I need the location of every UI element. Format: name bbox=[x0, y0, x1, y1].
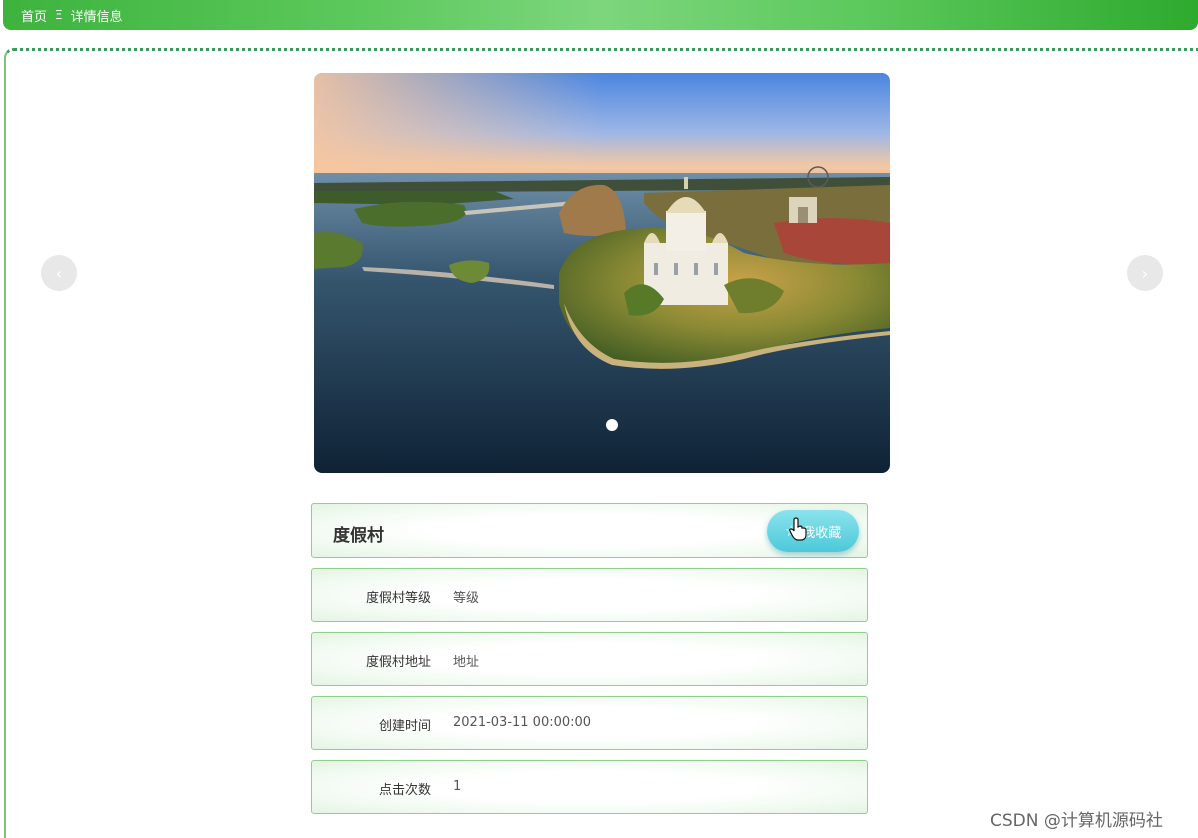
info-row-created-time: 创建时间 2021-03-11 00:00:00 bbox=[311, 696, 868, 750]
carousel-prev-button[interactable]: ‹ bbox=[41, 255, 77, 291]
carousel-slide-image bbox=[314, 73, 890, 473]
info-value: 地址 bbox=[453, 655, 480, 670]
carousel-next-button[interactable]: › bbox=[1127, 255, 1163, 291]
info-label: 度假村地址 bbox=[365, 655, 431, 670]
info-label: 度假村等级 bbox=[365, 591, 431, 606]
carousel-indicator-dot[interactable] bbox=[606, 419, 618, 431]
info-row-address: 度假村地址 地址 bbox=[311, 632, 868, 686]
info-value: 2021-03-11 00:00:00 bbox=[453, 715, 592, 730]
page-title: 度假村 bbox=[333, 526, 384, 546]
detail-title-panel: 度假村 ☆ 我收藏 bbox=[311, 503, 868, 558]
info-row-level: 度假村等级 等级 bbox=[311, 568, 868, 622]
image-carousel[interactable] bbox=[314, 73, 890, 473]
breadcrumb: 首页 Ξ 详情信息 bbox=[3, 0, 1198, 30]
breadcrumb-home-link[interactable]: 首页 bbox=[21, 6, 47, 25]
info-value: 1 bbox=[453, 779, 462, 794]
chevron-left-icon: ‹ bbox=[55, 263, 63, 283]
favorite-button-label: 我收藏 bbox=[802, 525, 842, 541]
csdn-watermark: CSDN @计算机源码社 bbox=[990, 811, 1163, 831]
info-row-click-count: 点击次数 1 bbox=[311, 760, 868, 814]
chevron-right-icon: › bbox=[1141, 263, 1149, 283]
breadcrumb-current: 详情信息 bbox=[70, 9, 123, 25]
info-label: 点击次数 bbox=[378, 783, 431, 798]
info-label: 创建时间 bbox=[378, 719, 431, 734]
breadcrumb-separator-icon: Ξ bbox=[55, 8, 63, 22]
info-value: 等级 bbox=[453, 591, 480, 606]
hand-pointer-cursor-icon bbox=[789, 517, 807, 541]
add-favorite-button[interactable]: ☆ 我收藏 bbox=[767, 510, 859, 552]
